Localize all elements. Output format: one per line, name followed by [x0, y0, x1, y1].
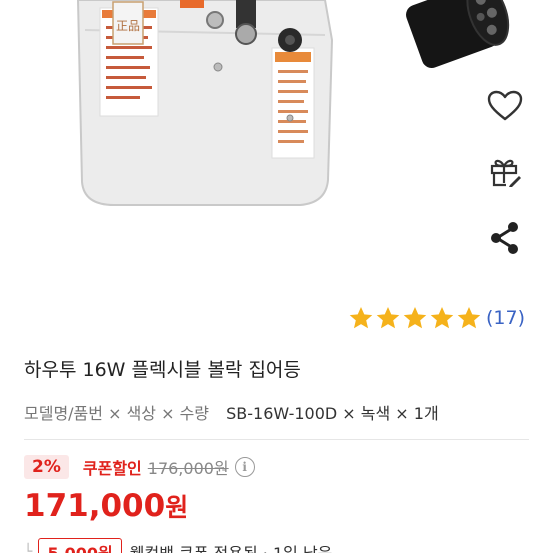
selected-options: 모델명/품번 × 색상 × 수량 SB-16W-100D × 녹색 × 1개	[24, 400, 439, 424]
discount-rate-badge: 2%	[24, 455, 69, 479]
star-icon	[349, 306, 373, 329]
sale-price-amount: 171,000	[24, 488, 166, 524]
gift-button[interactable]	[485, 152, 525, 192]
star-icon	[457, 306, 481, 329]
share-button[interactable]	[485, 218, 525, 258]
options-value: SB-16W-100D × 녹색 × 1개	[226, 404, 439, 423]
coupon-description: 웰컴백 쿠폰 적용됨 · 1일 남음	[130, 540, 333, 553]
star-icon	[430, 306, 454, 329]
options-label: 모델명/품번 × 색상 × 수량	[24, 404, 210, 423]
rating[interactable]: (17)	[348, 302, 525, 334]
share-icon	[491, 222, 518, 254]
info-icon[interactable]: i	[234, 457, 255, 477]
star-icon	[376, 306, 400, 329]
heart-icon	[487, 90, 523, 121]
applied-coupon[interactable]: └ 5,000원 웰컴백 쿠폰 적용됨 · 1일 남음	[24, 537, 332, 553]
review-count[interactable]: (17)	[486, 307, 525, 329]
product-image[interactable]: 正品	[0, 0, 553, 300]
coupon-amount-badge: 5,000원	[38, 538, 122, 553]
wishlist-button[interactable]	[485, 86, 525, 126]
divider	[24, 439, 529, 440]
sale-price-unit: 원	[165, 493, 189, 522]
star-rating	[348, 305, 482, 331]
original-price: 176,000원	[147, 459, 229, 478]
coupon-discount-label: 쿠폰할인	[82, 459, 142, 478]
gift-icon	[490, 159, 521, 187]
star-icon	[403, 306, 427, 329]
product-title: 하우투 16W 플렉시블 볼락 집어등	[24, 359, 301, 381]
sale-price: 171,000원	[24, 488, 188, 524]
product-image-label: 正品	[116, 19, 140, 33]
discount-row: 2% 쿠폰할인 176,000원 i	[24, 453, 255, 481]
corner-arrow-icon: └	[24, 544, 33, 553]
